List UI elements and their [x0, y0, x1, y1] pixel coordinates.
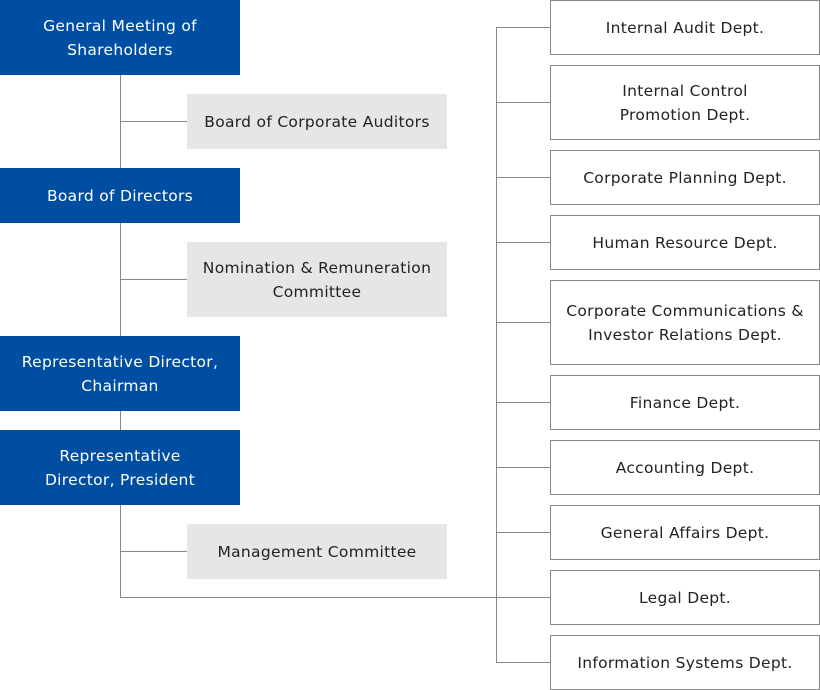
- dept-branch: [496, 102, 550, 103]
- dept-connector: [120, 597, 497, 598]
- dept-branch: [496, 322, 550, 323]
- department-box: Corporate Planning Dept.: [550, 150, 820, 205]
- department-box: Corporate Communications & Investor Rela…: [550, 280, 820, 365]
- board-of-directors-box: Board of Directors: [0, 168, 240, 223]
- dept-branch: [496, 27, 550, 28]
- department-box: Legal Dept.: [550, 570, 820, 625]
- general-meeting-box: General Meeting of Shareholders: [0, 0, 240, 75]
- dept-branch: [496, 662, 550, 663]
- management-committee-box: Management Committee: [187, 524, 447, 579]
- department-box: General Affairs Dept.: [550, 505, 820, 560]
- department-box: Internal Control Promotion Dept.: [550, 65, 820, 140]
- dept-branch: [496, 402, 550, 403]
- committee-connector: [120, 551, 187, 552]
- dept-branch: [496, 467, 550, 468]
- dept-branch: [496, 532, 550, 533]
- dept-branch: [496, 242, 550, 243]
- chairman-box: Representative Director, Chairman: [0, 336, 240, 411]
- department-box: Accounting Dept.: [550, 440, 820, 495]
- nomination-committee-box: Nomination & Remuneration Committee: [187, 242, 447, 317]
- dept-branch: [496, 597, 550, 598]
- auditors-box: Board of Corporate Auditors: [187, 94, 447, 149]
- department-box: Human Resource Dept.: [550, 215, 820, 270]
- committee-connector: [120, 121, 187, 122]
- president-box: Representative Director, President: [0, 430, 240, 505]
- committee-connector: [120, 279, 187, 280]
- dept-branch: [496, 177, 550, 178]
- department-box: Finance Dept.: [550, 375, 820, 430]
- dept-trunk: [496, 27, 497, 663]
- department-box: Information Systems Dept.: [550, 635, 820, 690]
- department-box: Internal Audit Dept.: [550, 0, 820, 55]
